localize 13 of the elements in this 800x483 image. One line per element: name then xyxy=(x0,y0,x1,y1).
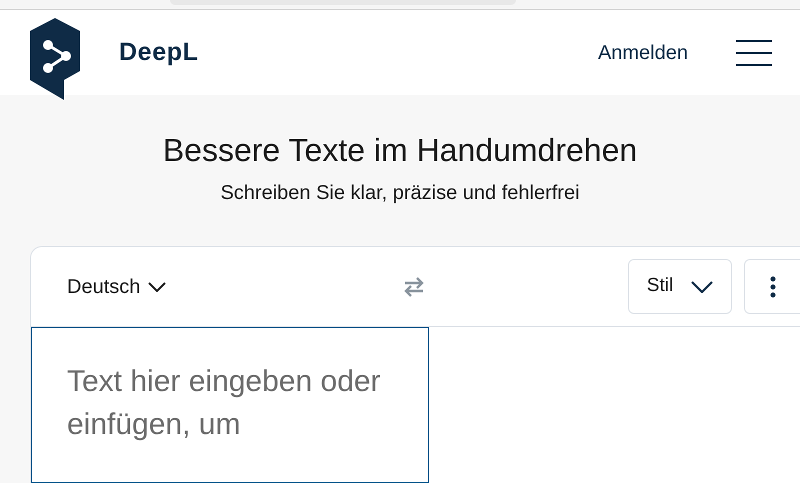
chevron-down-icon xyxy=(148,282,166,292)
source-text-field[interactable]: Text hier eingeben oder einfügen, um xyxy=(31,327,429,483)
menu-icon[interactable] xyxy=(736,40,772,66)
chevron-down-icon xyxy=(691,280,714,292)
language-dropdown[interactable]: Deutsch xyxy=(67,272,166,302)
style-dropdown[interactable]: Stil xyxy=(628,259,732,314)
page-title: Bessere Texte im Handumdrehen xyxy=(162,131,638,170)
login-link[interactable]: Anmelden xyxy=(598,38,688,68)
more-vertical-icon xyxy=(770,276,776,298)
swap-arrows-icon[interactable] xyxy=(404,276,424,298)
more-options-button[interactable] xyxy=(744,259,800,314)
brand-name: DeepL xyxy=(119,36,199,68)
page-subtitle: Schreiben Sie klar, präzise und fehlerfrei xyxy=(220,181,580,206)
